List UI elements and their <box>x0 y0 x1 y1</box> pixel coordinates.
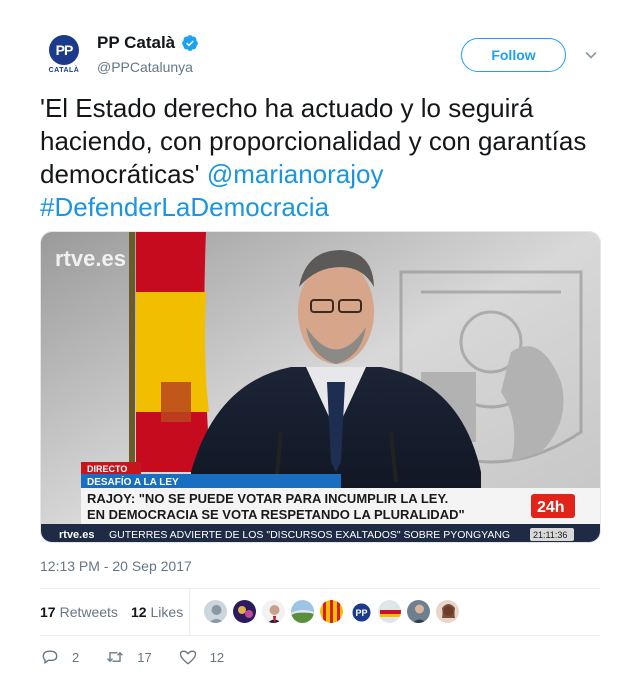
retweet-icon <box>107 651 124 663</box>
follow-button[interactable]: Follow <box>461 38 566 72</box>
reply-count: 2 <box>72 649 80 665</box>
user-handle[interactable]: @PPCatalunya <box>97 59 193 75</box>
like-count: 12 <box>209 649 225 665</box>
liker-avatar[interactable] <box>203 599 228 624</box>
liker-avatars: PP <box>203 599 460 624</box>
retweets-stat-count: 17 <box>40 604 56 620</box>
tweet-text: 'El Estado derecho ha actuado y lo segui… <box>40 92 600 224</box>
tweet-timestamp[interactable]: 12:13 PM - 20 Sep 2017 <box>40 558 192 574</box>
reply-button[interactable]: 2 <box>40 647 79 667</box>
retweets-stat-label: Retweets <box>59 604 118 620</box>
headline-line-2: EN DEMOCRACIA SE VOTA RESPETANDO LA PLUR… <box>87 507 465 522</box>
likes-stat[interactable]: 12 Likes <box>131 604 183 620</box>
svg-text:PP: PP <box>356 608 368 618</box>
liker-avatar[interactable] <box>232 599 257 624</box>
ticker-logo: rtve.es <box>59 529 94 541</box>
retweet-count: 17 <box>137 649 152 665</box>
program-tag: DESAFÍO A LA LEY <box>87 475 179 488</box>
likes-stat-label: Likes <box>150 604 184 620</box>
hashtag-link[interactable]: #DefenderLaDemocracia <box>40 192 329 222</box>
liker-avatar[interactable] <box>377 599 402 624</box>
chevron-down-icon[interactable] <box>584 48 598 62</box>
rtve-logo: rtve.es <box>55 246 126 271</box>
news-broadcast-illustration: rtve.es DIRECTO DESAFÍO A LA LEY RAJOY: … <box>41 232 600 542</box>
liker-avatar[interactable] <box>435 599 460 624</box>
liker-avatar[interactable] <box>290 599 315 624</box>
tweet-stats: 17 Retweets 12 Likes PP <box>40 589 600 635</box>
retweets-stat[interactable]: 17 Retweets <box>40 604 118 620</box>
liker-avatar[interactable] <box>406 599 431 624</box>
stats-separator <box>189 589 190 635</box>
display-name[interactable]: PP Català <box>97 33 175 53</box>
pp-logo-icon: PP <box>49 34 79 65</box>
verified-badge-icon <box>182 35 198 51</box>
tweet-media-image[interactable]: rtve.es DIRECTO DESAFÍO A LA LEY RAJOY: … <box>40 231 601 543</box>
tweet-card: PP CATALÀ PP Català @PPCatalunya Follow … <box>0 0 640 697</box>
liker-avatar[interactable] <box>261 599 286 624</box>
liker-avatar[interactable] <box>319 599 344 624</box>
likes-stat-count: 12 <box>130 604 147 620</box>
headline-line-1: RAJOY: "NO SE PUEDE VOTAR PARA INCUMPLIR… <box>87 491 448 506</box>
broadcast-clock: 21:11:36 <box>533 530 567 540</box>
mention-link[interactable]: @marianorajoy <box>207 159 384 189</box>
live-tag: DIRECTO <box>87 464 127 474</box>
user-name-row: PP Català <box>97 33 199 53</box>
retweet-button[interactable]: 17 <box>105 647 152 667</box>
channel-badge: 24h <box>537 499 565 516</box>
liker-avatar[interactable]: PP <box>348 599 373 624</box>
tweet-actions: 2 17 12 <box>40 645 250 669</box>
avatar[interactable]: PP CATALÀ <box>40 30 88 78</box>
divider-bottom <box>40 635 600 636</box>
like-button[interactable]: 12 <box>178 647 224 667</box>
reply-icon <box>42 650 58 665</box>
avatar-caption: CATALÀ <box>48 66 80 74</box>
heart-icon <box>179 650 196 665</box>
ticker-text: GUTERRES ADVIERTE DE LOS "DISCURSOS EXAL… <box>109 529 510 541</box>
